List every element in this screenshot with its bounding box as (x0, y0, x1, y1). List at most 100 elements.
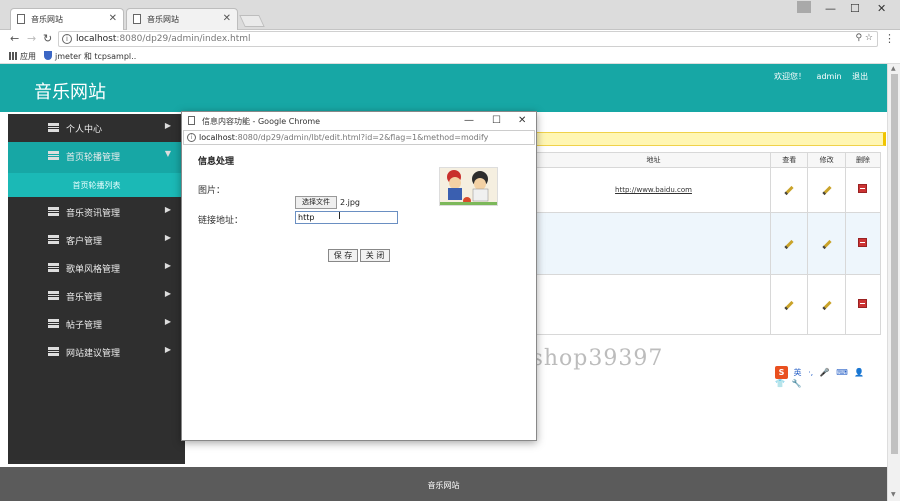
sidebar-item-label: 首页轮播管理 (66, 153, 121, 163)
popup-close-button[interactable]: ✕ (518, 115, 526, 126)
sidebar-item-customers[interactable]: 客户管理 ▶ (8, 226, 185, 254)
text-cursor-icon: I (338, 211, 341, 222)
tab-title: 音乐网站 (147, 15, 179, 24)
delete-icon[interactable] (858, 237, 868, 247)
selected-file-name: 2.jpg (340, 198, 361, 207)
sidebar-item-news[interactable]: 音乐资讯管理 ▶ (8, 198, 185, 226)
sidebar: 个人中心 ▶ 首页轮播管理 ▼ 首页轮播列表 音乐资讯管理 ▶ 客户管理 ▶ 歌… (8, 114, 185, 464)
sidebar-item-label: 帖子管理 (66, 321, 103, 331)
chevron-right-icon: ▶ (164, 261, 171, 270)
stack-icon (48, 235, 59, 244)
view-pencil-icon[interactable] (784, 185, 794, 196)
scroll-thumb[interactable] (891, 74, 898, 454)
page-icon (17, 14, 25, 24)
table-row (536, 274, 882, 335)
sidebar-item-label: 音乐资讯管理 (66, 209, 121, 219)
bookmarks-bar: 应用 jmeter 和 tcpsampl.. (0, 48, 900, 64)
chevron-right-icon: ▶ (164, 289, 171, 298)
info-icon[interactable]: i (187, 133, 196, 142)
sidebar-subitem-carousel-list[interactable]: 首页轮播列表 (8, 173, 185, 197)
close-icon[interactable]: ✕ (109, 13, 117, 24)
carousel-image-thumbnail (439, 167, 498, 206)
tab-strip: 音乐网站 ✕ 音乐网站 ✕ — ☐ ✕ (0, 0, 900, 30)
back-arrow-icon[interactable]: ← (10, 32, 19, 45)
user-icon[interactable]: 👤 (854, 368, 864, 377)
keyboard-icon[interactable]: ⌨ (836, 368, 848, 377)
tab-title: 音乐网站 (31, 15, 63, 24)
close-button[interactable]: 关 闭 (360, 249, 390, 262)
save-button[interactable]: 保 存 (328, 249, 358, 262)
sidebar-item-personal[interactable]: 个人中心 ▶ (8, 114, 185, 142)
edit-pencil-icon[interactable] (822, 239, 832, 249)
close-window-button[interactable]: ✕ (877, 2, 886, 15)
sidebar-item-label: 客户管理 (66, 237, 103, 247)
chevron-right-icon: ▶ (164, 345, 171, 354)
scroll-down-icon[interactable]: ▼ (891, 491, 896, 498)
microphone-icon[interactable]: 🎤 (820, 368, 830, 377)
stack-icon (48, 151, 59, 160)
admin-link[interactable]: admin (817, 72, 842, 81)
column-header-view: 查看 (769, 152, 809, 168)
info-icon[interactable]: i (62, 34, 72, 44)
link-address-input[interactable] (295, 211, 398, 224)
skin-shirt-icon[interactable]: 👕 (775, 379, 785, 388)
sidebar-item-suggestions[interactable]: 网站建议管理 ▶ (8, 338, 185, 366)
tab-music-site-2[interactable]: 音乐网站 ✕ (126, 8, 238, 30)
ime-punctuation-icon[interactable]: ·, (808, 368, 813, 377)
ime-toolbar: S 英 ·, 🎤 ⌨ 👤 👕 🔧 (775, 366, 883, 388)
menu-dots-icon[interactable]: ⋮ (884, 32, 895, 45)
bookmark-jmeter[interactable]: jmeter 和 tcpsampl.. (44, 51, 136, 62)
edit-pencil-icon[interactable] (822, 185, 832, 196)
popup-address-bar[interactable]: i localhost:8080/dp29/admin/lbt/edit.htm… (183, 130, 535, 145)
maximize-button[interactable]: ☐ (850, 2, 860, 15)
sogou-logo-icon[interactable]: S (775, 366, 788, 379)
address-bar[interactable]: i localhost:8080/dp29/admin/index.html ⚲… (58, 31, 878, 47)
sidebar-item-carousel[interactable]: 首页轮播管理 ▼ (8, 142, 185, 173)
sidebar-item-posts[interactable]: 帖子管理 ▶ (8, 310, 185, 338)
popup-url-path: :8080/dp29/admin/lbt/edit.html?id=2&flag… (234, 133, 489, 142)
popup-titlebar: 信息内容功能 - Google Chrome — ☐ ✕ (182, 112, 536, 130)
carousel-table: 地址 查看 修改 删除 http://www.baidu.com (536, 152, 882, 335)
delete-icon[interactable] (858, 298, 868, 308)
ime-english-toggle[interactable]: 英 (794, 367, 802, 378)
table-row (536, 212, 882, 275)
close-icon[interactable]: ✕ (223, 13, 231, 24)
edit-pencil-icon[interactable] (822, 300, 832, 310)
address-link[interactable]: http://www.baidu.com (615, 186, 692, 194)
page-scrollbar[interactable]: ▲ ▼ (887, 64, 900, 501)
sidebar-item-music[interactable]: 音乐管理 ▶ (8, 282, 185, 310)
url-path: :8080/dp29/admin/index.html (116, 34, 251, 44)
profile-icon[interactable] (797, 1, 811, 13)
popup-maximize-button[interactable]: ☐ (492, 115, 501, 126)
delete-icon[interactable] (858, 184, 868, 193)
scroll-up-icon[interactable]: ▲ (891, 65, 896, 72)
chevron-right-icon: ▶ (164, 205, 171, 214)
sidebar-item-label: 歌单风格管理 (66, 265, 121, 275)
view-pencil-icon[interactable] (784, 239, 794, 249)
bookmark-star-icon[interactable]: ⚲ ☆ (855, 33, 873, 43)
chevron-down-icon: ▼ (164, 149, 171, 158)
logout-link[interactable]: 退出 (852, 72, 868, 81)
minimize-button[interactable]: — (825, 2, 836, 15)
page-icon (133, 14, 141, 24)
new-tab-button[interactable] (239, 15, 265, 27)
page-icon (188, 116, 195, 125)
stack-icon (48, 291, 59, 300)
view-pencil-icon[interactable] (784, 300, 794, 310)
popup-url-host: localhost (199, 133, 235, 142)
sidebar-item-label: 音乐管理 (66, 293, 103, 303)
sidebar-item-label: 个人中心 (66, 125, 103, 135)
wrench-icon[interactable]: 🔧 (792, 379, 802, 388)
link-address-label: 链接地址： (198, 216, 244, 226)
site-header: 音乐网站 欢迎您！ admin 退出 (0, 64, 887, 112)
form-heading: 信息处理 (198, 157, 235, 167)
bookmark-apps[interactable]: 应用 (9, 51, 36, 62)
reload-icon[interactable]: ↻ (43, 32, 52, 45)
choose-file-button[interactable]: 选择文件 (295, 196, 337, 209)
popup-minimize-button[interactable]: — (464, 115, 474, 126)
chevron-right-icon: ▶ (164, 233, 171, 242)
column-header-delete: 删除 (844, 152, 882, 168)
sidebar-item-playlist-style[interactable]: 歌单风格管理 ▶ (8, 254, 185, 282)
tab-music-site-1[interactable]: 音乐网站 ✕ (10, 8, 124, 30)
forward-arrow-icon[interactable]: → (27, 32, 36, 45)
